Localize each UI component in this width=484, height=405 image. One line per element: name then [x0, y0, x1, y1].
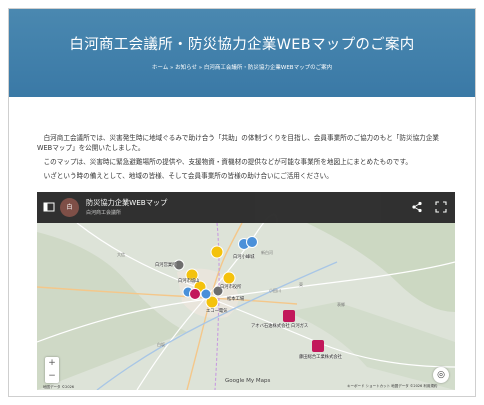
breadcrumb-current: 白河商工会議所・防災協力企業WEBマップのご案内: [203, 65, 333, 71]
breadcrumb: ホーム » お知らせ » 白河商工会議所・防災協力企業WEBマップのご案内: [9, 63, 475, 71]
locate-button[interactable]: ◎: [433, 367, 449, 383]
map-title[interactable]: 防災協力企業WEBマップ: [86, 198, 167, 208]
map-place: 大信: [117, 252, 125, 257]
map-label: エコー電気: [206, 309, 228, 314]
locate-icon: ◎: [437, 370, 445, 380]
breadcrumb-news[interactable]: お知らせ: [175, 65, 197, 71]
map-header-bar: 白 防災協力企業WEBマップ 白河商工会議所: [37, 192, 455, 223]
hero-banner: 白河商工会議所・防災協力企業WEBマップのご案内 ホーム » お知らせ » 白河…: [9, 9, 475, 97]
share-icon[interactable]: [411, 201, 423, 213]
map-label: 白河営業所: [155, 263, 177, 268]
fullscreen-icon[interactable]: [435, 201, 447, 213]
map-label: 白河市役所: [220, 285, 242, 290]
article-body: 白河商工会議所では、災害発生時に地域ぐるみで助け合う「共助」の体制づくりを目指し…: [37, 133, 453, 185]
map-label: 藤田総合工業株式会社: [299, 355, 342, 360]
map-place: 小田川: [269, 288, 281, 293]
map-label: アオバ石油株式会社 白河ガス: [251, 324, 309, 329]
embedded-map[interactable]: 白河小峰城 白河市城山 白河市役所 松本工場 エコー電気 アオバ石油株式会社 白…: [37, 192, 455, 390]
map-label: 松本工場: [227, 297, 245, 302]
breadcrumb-home[interactable]: ホーム: [152, 65, 168, 71]
article-paragraph: 白河商工会議所では、災害発生時に地域ぐるみで助け合う「共助」の体制づくりを目指し…: [37, 134, 439, 152]
map-owner: 白河商工会議所: [86, 210, 122, 216]
map-place: 表郷: [337, 302, 345, 307]
zoom-control: + −: [45, 357, 59, 383]
google-my-maps-logo: Google My Maps: [225, 378, 271, 384]
breadcrumb-separator: »: [198, 65, 203, 71]
article-paragraph: いざという時の備えとして、地域の皆様、そして会員事業所の皆様の助け合いにご活用く…: [43, 172, 333, 180]
map-place: 白坂: [157, 342, 165, 347]
map-label: 白河小峰城: [233, 255, 255, 260]
zoom-out-button[interactable]: −: [45, 370, 59, 383]
map-place: 新白河: [261, 250, 273, 255]
map-label: 白河市城山: [178, 279, 200, 284]
sidebar-toggle-icon[interactable]: [43, 201, 55, 213]
breadcrumb-separator: »: [170, 65, 174, 71]
map-place: 東: [299, 282, 303, 287]
page-frame: 白河商工会議所・防災協力企業WEBマップのご案内 ホーム » お知らせ » 白河…: [8, 8, 476, 397]
article-paragraph: このマップは、災害時に緊急避難場所の提供や、支援物資・資機材の提供などが可能な事…: [43, 158, 412, 166]
page-title: 白河商工会議所・防災協力企業WEBマップのご案内: [69, 37, 415, 53]
map-attribution[interactable]: キーボード ショートカット 地図データ ©2026 利用規約: [347, 384, 437, 389]
map-attribution-left: 地図データ ©2026: [43, 385, 75, 389]
zoom-in-button[interactable]: +: [45, 357, 59, 370]
avatar: 白: [60, 198, 79, 217]
